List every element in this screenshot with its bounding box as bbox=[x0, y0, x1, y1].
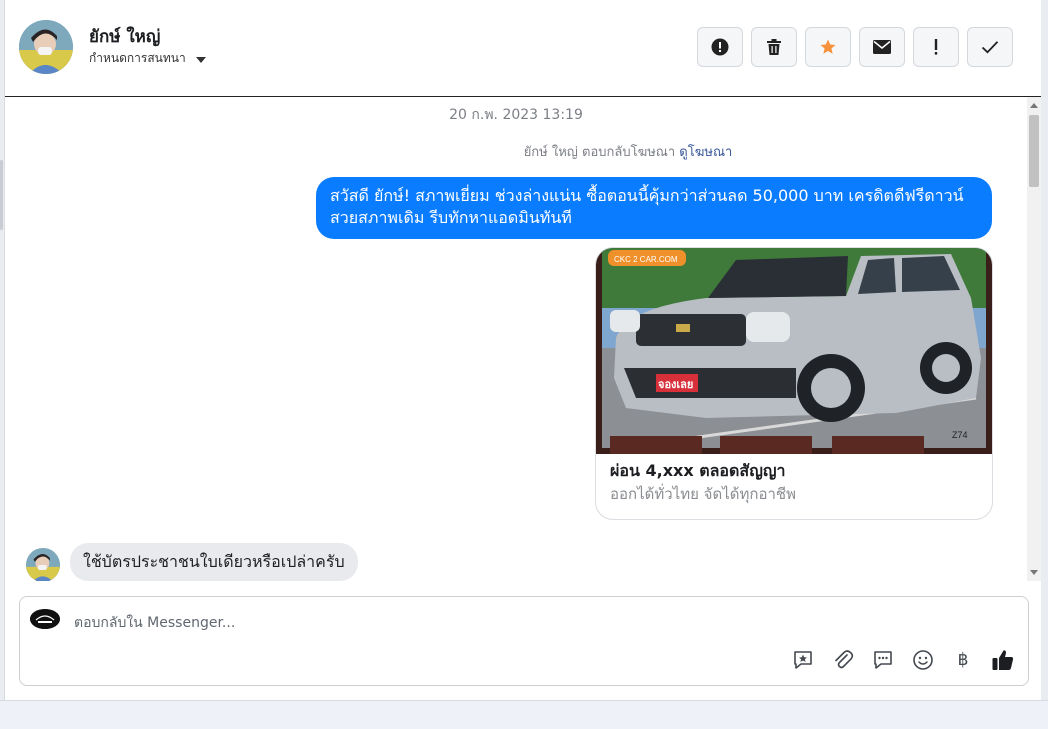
outgoing-message-bubble: สวัสดี ยักษ์! สภาพเยี่ยม ช่วงล่างแน่น ซื… bbox=[316, 177, 992, 239]
incoming-message-bubble: ใช้บัตรประชาชนใบเดียวหรือเปล่าครับ bbox=[70, 543, 358, 581]
ad-reply-note: ยักษ์ ใหญ่ ตอบกลับโฆษณา ดูโฆษณา bbox=[5, 141, 1041, 162]
contact-avatar-small bbox=[26, 548, 60, 581]
saved-replies-button[interactable] bbox=[790, 647, 816, 673]
caret-down-icon bbox=[195, 56, 206, 63]
scroll-up-arrow-icon[interactable] bbox=[1030, 103, 1038, 108]
conversation-header: ยักษ์ ใหญ่ กำหนดการสนทนา bbox=[5, 0, 1041, 97]
exclamation-icon bbox=[934, 39, 938, 55]
scroll-down-arrow-icon[interactable] bbox=[1030, 570, 1038, 575]
reply-composer: ฿ bbox=[19, 596, 1029, 686]
mark-spam-button[interactable] bbox=[697, 27, 743, 67]
star-button[interactable] bbox=[805, 27, 851, 67]
scrollbar-thumb[interactable] bbox=[1029, 115, 1039, 187]
payment-button[interactable]: ฿ bbox=[950, 647, 976, 673]
view-ad-link[interactable]: ดูโฆษณา bbox=[679, 145, 732, 160]
contact-avatar[interactable] bbox=[19, 20, 73, 74]
chat-bubble-icon bbox=[874, 651, 892, 669]
follow-up-button[interactable] bbox=[913, 27, 959, 67]
ad-sticker-text: จองเลย bbox=[658, 378, 693, 391]
window-edge-handle bbox=[0, 160, 3, 230]
baht-icon: ฿ bbox=[957, 650, 969, 670]
trash-icon bbox=[767, 39, 781, 55]
alert-circle-icon bbox=[711, 38, 729, 56]
conversation-label-dropdown[interactable]: กำหนดการสนทนา bbox=[89, 49, 206, 68]
mark-done-button[interactable] bbox=[967, 27, 1013, 67]
composer-tools: ฿ bbox=[790, 647, 1016, 673]
label-dropdown-text: กำหนดการสนทนา bbox=[89, 51, 186, 65]
reply-input[interactable] bbox=[72, 611, 776, 635]
mail-icon bbox=[873, 40, 891, 54]
bottom-status-strip bbox=[0, 700, 1048, 729]
message-templates-button[interactable] bbox=[870, 647, 896, 673]
checkmark-icon bbox=[981, 41, 999, 54]
ad-reply-text: ยักษ์ ใหญ่ ตอบกลับโฆษณา bbox=[523, 145, 676, 160]
like-button[interactable] bbox=[990, 647, 1016, 673]
message-timestamp: 20 ก.พ. 2023 13:19 bbox=[449, 107, 583, 123]
ad-image-code: Z74 bbox=[952, 430, 968, 440]
thumbs-up-icon bbox=[992, 650, 1014, 670]
attach-file-button[interactable] bbox=[830, 647, 856, 673]
saved-reply-icon bbox=[794, 651, 812, 669]
ad-card[interactable]: CKC 2 CAR.COM จองเลย Z74 ผ่อน 4,xxx ตลอด… bbox=[595, 247, 993, 520]
mark-unread-button[interactable] bbox=[859, 27, 905, 67]
header-actions bbox=[697, 27, 1013, 67]
message-thread: 20 ก.พ. 2023 13:19 ยักษ์ ใหญ่ ตอบกลับโฆษ… bbox=[5, 97, 1041, 581]
contact-name[interactable]: ยักษ์ ใหญ่ bbox=[89, 23, 160, 50]
thread-scrollbar[interactable] bbox=[1027, 97, 1041, 581]
ad-card-title: ผ่อน 4,xxx ตลอดสัญญา bbox=[610, 461, 786, 480]
emoji-button[interactable] bbox=[910, 647, 936, 673]
ad-car-image[interactable]: CKC 2 CAR.COM จองเลย Z74 bbox=[596, 248, 992, 454]
conversation-panel: ยักษ์ ใหญ่ กำหนดการสนทนา 20 ก.พ. 2023 13… bbox=[4, 0, 1041, 700]
emoji-icon bbox=[913, 650, 933, 670]
delete-button[interactable] bbox=[751, 27, 797, 67]
ad-card-subtitle: ออกได้ทั่วไทย จัดได้ทุกอาชีพ bbox=[610, 485, 796, 503]
attachment-icon bbox=[835, 650, 854, 669]
ad-logo-text: CKC 2 CAR.COM bbox=[614, 255, 678, 264]
page-logo-avatar bbox=[30, 609, 60, 629]
star-icon bbox=[820, 39, 836, 54]
